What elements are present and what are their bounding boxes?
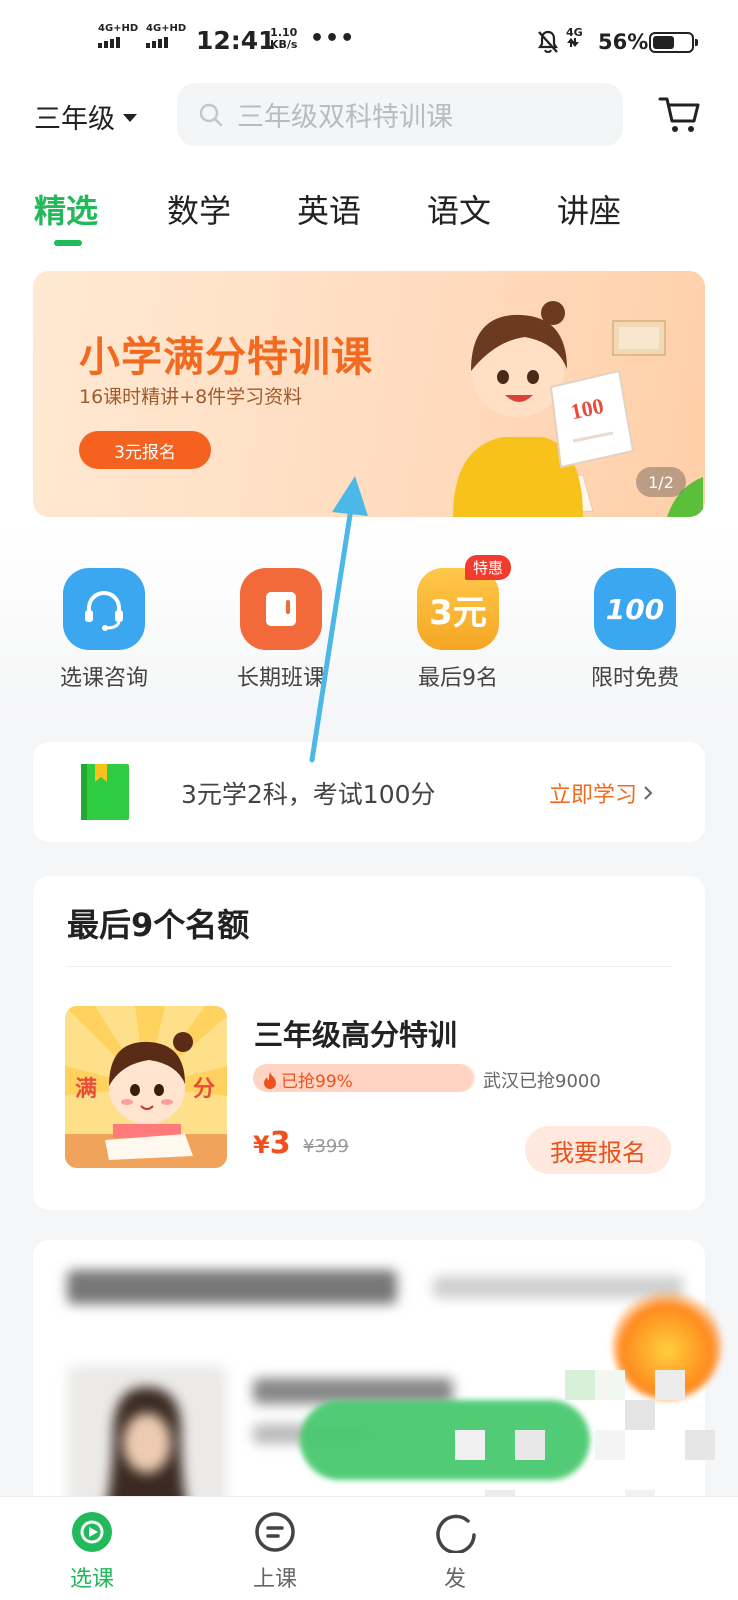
tab-featured[interactable]: 精选 <box>34 186 98 232</box>
divider <box>67 966 671 967</box>
green-book-icon <box>81 764 129 820</box>
cart-icon[interactable] <box>658 95 702 135</box>
city-sold-count: 武汉已抢9000 <box>483 1071 601 1092</box>
status-bar: 4G+HD 4G+HD 12:41 1.10 KB/s ••• 4G 56% <box>0 0 738 84</box>
grade-label: 三年级 <box>34 104 115 135</box>
quick-entry-label: 限时免费 <box>590 666 679 691</box>
sim1-label: 4G+HD <box>98 23 139 34</box>
thumb-text-left: 满 <box>75 1077 97 1102</box>
network-indicator: 4G <box>566 27 583 49</box>
promo-text: 3元学2科，考试100分 <box>181 780 436 809</box>
net-speed-unit: KB/s <box>270 38 298 51</box>
banner-subtitle: 16课时精讲+8件学习资料 <box>79 386 303 408</box>
sold-percent-label: 已抢99% <box>281 1072 353 1092</box>
thumb-text-right: 分 <box>193 1077 215 1102</box>
study-promo-row[interactable]: 3元学2科，考试100分 立即学习 <box>33 742 705 842</box>
play-icon <box>69 1509 115 1555</box>
more-notifications: ••• <box>310 26 356 51</box>
nav-attend-class[interactable]: 上课 <box>220 1509 330 1593</box>
banner-title: 小学满分特训课 <box>79 333 373 381</box>
quick-entry-long-term[interactable]: 长期班课 <box>211 568 351 692</box>
search-icon <box>199 103 223 126</box>
headset-icon <box>63 568 145 650</box>
caret-down-icon <box>123 113 137 122</box>
quick-entry-label: 最后9名 <box>418 666 498 691</box>
discover-icon <box>432 1509 478 1555</box>
bell-muted-icon <box>537 30 559 54</box>
sim2-label: 4G+HD <box>146 23 187 34</box>
battery-icon <box>649 32 698 53</box>
chevron-right-icon <box>644 786 653 800</box>
price-value: 3 <box>269 1126 291 1161</box>
price-currency: ¥ <box>253 1131 270 1159</box>
hundred-text: 100 <box>605 592 665 626</box>
enroll-button[interactable]: 我要报名 <box>525 1126 671 1174</box>
battery-percent: 56% <box>598 30 649 54</box>
net-speed: 1.10 KB/s <box>270 27 297 51</box>
bottom-navigation: 选课 上课 发 <box>0 1496 738 1600</box>
active-tab-indicator <box>54 240 82 246</box>
banner-page-indicator: 1/2 <box>636 467 686 497</box>
course-thumbnail[interactable]: 满 分 <box>65 1006 227 1168</box>
class-icon <box>252 1509 298 1555</box>
nav-label: 上课 <box>252 1567 297 1592</box>
banner-signup-button[interactable]: 3元报名 <box>79 431 211 469</box>
flame-icon <box>264 1071 276 1089</box>
sold-progress-bar: 已抢99% <box>253 1064 475 1092</box>
quick-entry-free[interactable]: 100 限时免费 <box>565 568 705 692</box>
quick-entry-consult[interactable]: 选课咨询 <box>34 568 174 692</box>
tab-chinese[interactable]: 语文 <box>427 186 491 232</box>
tab-english[interactable]: 英语 <box>297 186 361 232</box>
sim1-signal: 4G+HD <box>98 24 138 48</box>
study-now-label: 立即学习 <box>549 783 638 808</box>
nav-label: 发 <box>443 1567 466 1592</box>
nav-label: 选课 <box>69 1567 114 1592</box>
sim2-signal: 4G+HD <box>146 24 186 48</box>
quick-entry-last-spots[interactable]: 3元 特惠 最后9名 <box>388 555 528 692</box>
course-title[interactable]: 三年级高分特训 <box>254 1012 457 1054</box>
quick-entry-label: 长期班课 <box>236 666 325 691</box>
last-spots-section: 最后9个名额 满 分 三年级高分特训 已抢99% 武汉已抢9000 ¥3 ¥39… <box>33 876 705 1210</box>
original-price: ¥399 <box>303 1136 349 1157</box>
three-yuan-text: 3元 <box>429 592 487 633</box>
study-now-link[interactable]: 立即学习 <box>549 777 653 809</box>
search-bar[interactable]: 三年级双科特训课 <box>177 83 623 146</box>
tab-lectures[interactable]: 讲座 <box>557 186 621 232</box>
clock: 12:41 <box>196 26 276 55</box>
quick-entry-label: 选课咨询 <box>59 666 148 691</box>
section-heading: 最后9个名额 <box>67 906 250 944</box>
grade-selector[interactable]: 三年级 <box>34 97 137 136</box>
promo-banner[interactable]: 小学满分特训课 16课时精讲+8件学习资料 3元报名 100 1/2 <box>33 271 705 517</box>
book-icon <box>240 568 322 650</box>
hundred-icon: 100 <box>594 568 676 650</box>
nav-discover[interactable]: 发 <box>400 1509 510 1593</box>
three-yuan-icon: 3元 特惠 <box>417 555 511 650</box>
nav-select-course[interactable]: 选课 <box>37 1509 147 1593</box>
tab-math[interactable]: 数学 <box>167 186 231 232</box>
course-price: ¥3 <box>253 1126 291 1161</box>
search-placeholder: 三年级双科特训课 <box>237 102 453 133</box>
special-offer-tag: 特惠 <box>464 555 511 580</box>
